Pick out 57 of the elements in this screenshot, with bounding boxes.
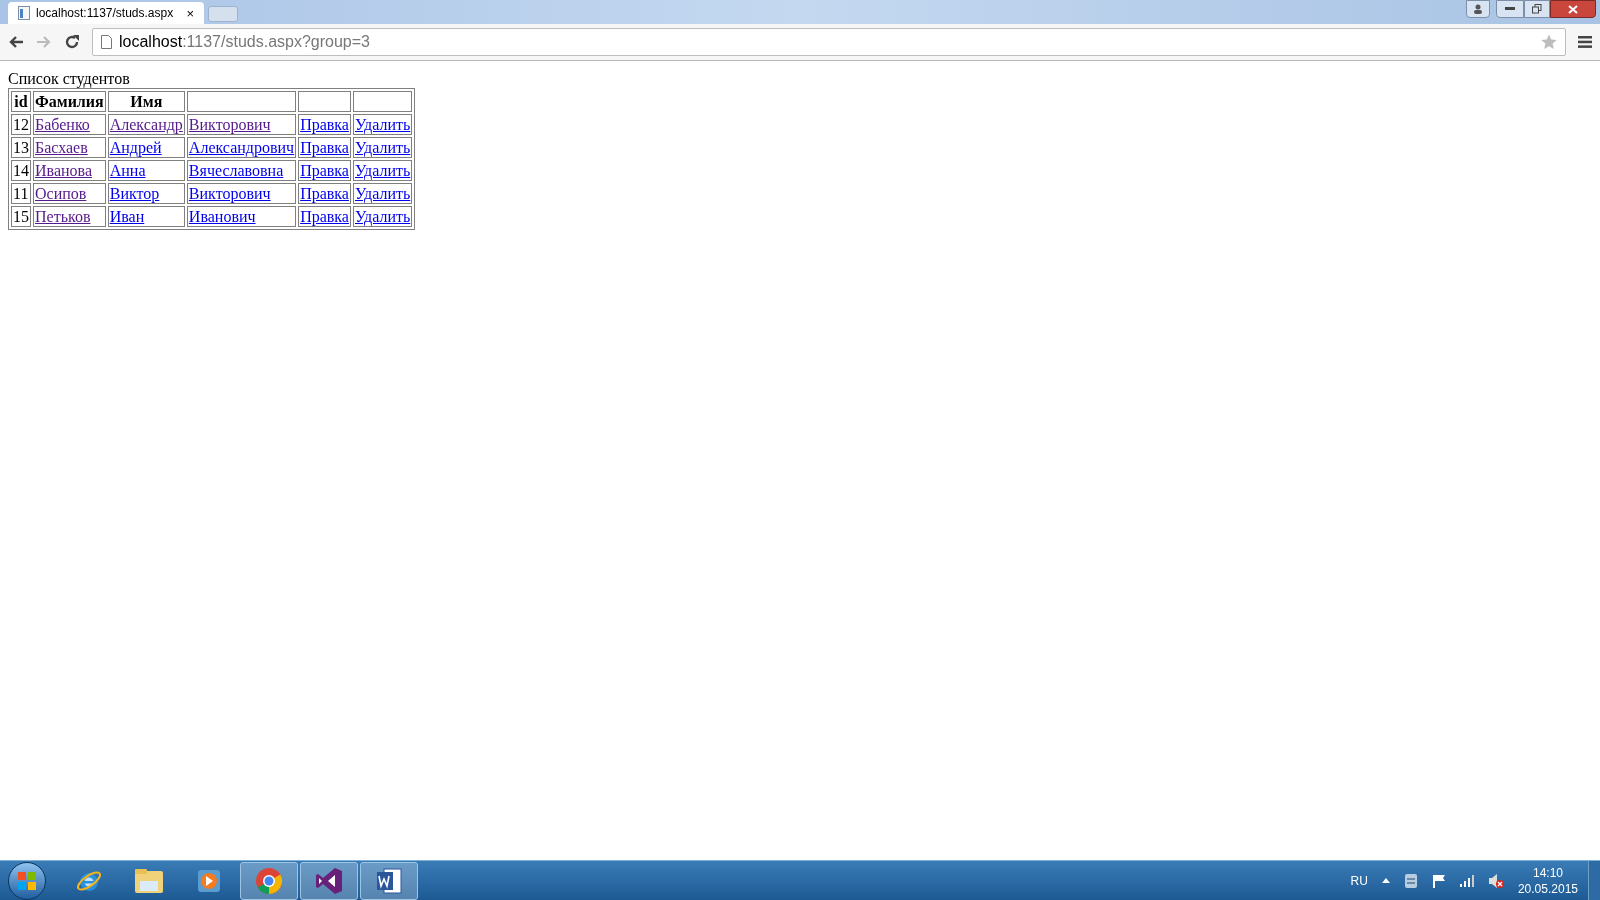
table-link[interactable]: Правка xyxy=(300,185,349,202)
language-indicator[interactable]: RU xyxy=(1350,871,1368,890)
windows-logo-icon xyxy=(17,870,37,891)
table-link[interactable]: Удалить xyxy=(354,139,411,156)
table-link[interactable]: Удалить xyxy=(354,208,411,225)
person-icon xyxy=(1473,4,1483,14)
restore-icon xyxy=(1532,4,1542,14)
muted-speaker-icon[interactable] xyxy=(1487,872,1504,889)
table-link[interactable]: Правка xyxy=(300,116,349,133)
back-icon[interactable] xyxy=(8,35,24,49)
table-link[interactable]: Правка xyxy=(300,162,349,179)
close-window-button[interactable] xyxy=(1550,0,1596,18)
id-cell: 13 xyxy=(11,137,31,158)
url-text: localhost:1137/studs.aspx?group=3 xyxy=(119,32,370,52)
close-icon xyxy=(1568,4,1578,14)
id-cell: 15 xyxy=(11,206,31,227)
browser-tab[interactable]: localhost:1137/studs.aspx × xyxy=(8,2,204,24)
chrome-icon xyxy=(255,866,283,895)
id-cell: 14 xyxy=(11,160,31,181)
column-header: id xyxy=(11,91,31,112)
table-link[interactable]: Удалить xyxy=(354,162,411,179)
restore-button[interactable] xyxy=(1524,0,1550,18)
show-hidden-icons-icon[interactable] xyxy=(1381,878,1390,883)
id-cell: 11 xyxy=(11,183,31,204)
page-heading: Список студентов xyxy=(8,69,131,88)
page-icon xyxy=(101,35,112,49)
table-link[interactable]: Удалить xyxy=(354,185,411,202)
clock-date[interactable]: 20.05.2015 xyxy=(1517,880,1578,897)
table-link[interactable]: Правка xyxy=(300,139,349,156)
flag-icon[interactable] xyxy=(1431,873,1446,888)
id-cell: 12 xyxy=(11,114,31,135)
table-link[interactable]: Александрович xyxy=(188,139,295,156)
taskbar-app-button[interactable] xyxy=(360,861,418,900)
table-link[interactable]: Удалить xyxy=(354,116,411,133)
table-link[interactable]: Правка xyxy=(300,208,349,225)
profile-button[interactable] xyxy=(1466,0,1490,18)
play-icon xyxy=(197,868,221,893)
network-drive-icon[interactable] xyxy=(1403,872,1418,889)
table-link[interactable]: Александр xyxy=(109,116,183,133)
visual-studio-icon xyxy=(315,866,343,895)
close-tab-button[interactable]: × xyxy=(186,6,194,20)
clock-time[interactable]: 14:10 xyxy=(1532,864,1563,881)
taskbar-app-button[interactable] xyxy=(300,861,358,900)
minimize-icon xyxy=(1505,7,1515,11)
menu-icon[interactable] xyxy=(1578,36,1592,48)
column-header: Имя xyxy=(107,91,185,112)
star-icon[interactable] xyxy=(1541,34,1557,50)
start-button[interactable] xyxy=(8,861,46,900)
document-w-icon xyxy=(375,866,403,895)
signal-icon[interactable] xyxy=(1459,874,1474,887)
minimize-button[interactable] xyxy=(1496,0,1524,18)
tab-title: localhost:1137/studs.aspx xyxy=(36,5,174,22)
reload-icon[interactable] xyxy=(64,34,80,50)
column-header: Фамилия xyxy=(33,91,106,112)
address-bar[interactable]: localhost:1137/studs.aspx?group=3 xyxy=(92,28,1566,56)
page-icon xyxy=(18,6,30,20)
folder-icon xyxy=(134,867,164,894)
